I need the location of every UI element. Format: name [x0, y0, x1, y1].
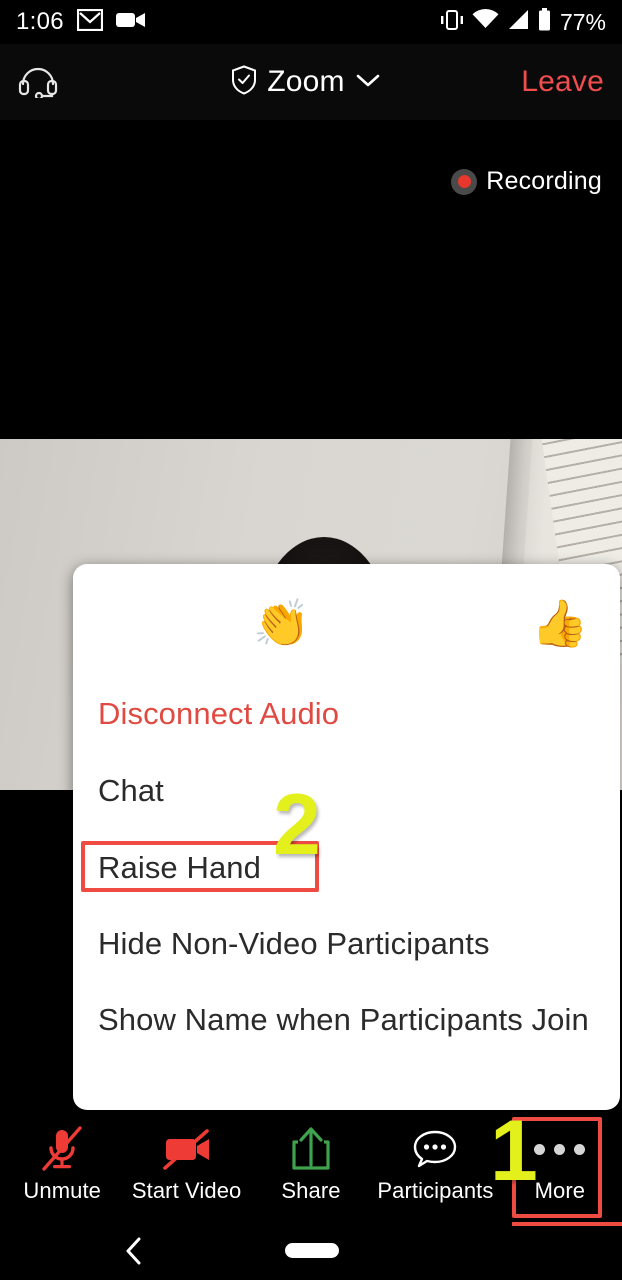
headset-icon[interactable] [18, 62, 60, 103]
toolbar-button-participants[interactable]: Participants [373, 1110, 497, 1204]
toolbar-label-participants: Participants [377, 1178, 494, 1203]
page-title: Zoom [267, 65, 345, 98]
wifi-icon [472, 9, 499, 35]
chat-bubble-dots-icon [411, 1126, 459, 1172]
android-navigation-bar [0, 1222, 622, 1280]
shield-check-icon [231, 64, 257, 100]
meeting-title-group[interactable]: Zoom [128, 64, 484, 100]
toolbar-label-more: More [534, 1178, 586, 1203]
meeting-stage: Recording 👏 👍 Disconnect Audio Chat Rais… [0, 120, 622, 1220]
status-time: 1:06 [16, 8, 64, 35]
menu-item-chat[interactable]: Chat [73, 772, 164, 811]
menu-item-raise-hand[interactable]: Raise Hand [73, 849, 261, 888]
menu-item-disconnect-audio[interactable]: Disconnect Audio [73, 695, 339, 734]
gmail-icon [76, 8, 104, 36]
meeting-toolbar: Unmute Start Video Share Participants Mo… [0, 1110, 622, 1222]
toolbar-label-start-video: Start Video [131, 1178, 242, 1203]
toolbar-label-unmute: Unmute [23, 1178, 102, 1203]
menu-item-show-name-when-participants-join[interactable]: Show Name when Participants Join [73, 1001, 598, 1040]
more-dots-icon [534, 1126, 586, 1172]
popup-caret-icon [475, 663, 497, 674]
vibrate-icon [439, 9, 465, 36]
video-camera-icon [115, 10, 146, 35]
leave-button[interactable]: Leave [521, 65, 604, 99]
back-chevron-icon[interactable] [122, 1236, 146, 1271]
header-right-group: Leave [484, 65, 604, 99]
menu-item-hide-non-video-participants[interactable]: Hide Non-Video Participants [73, 925, 490, 964]
microphone-muted-icon [40, 1126, 84, 1172]
chevron-down-icon[interactable] [355, 72, 381, 93]
reactions-row: 👏 👍 [73, 564, 620, 646]
header-left-group [18, 62, 128, 103]
toolbar-button-unmute[interactable]: Unmute [0, 1110, 124, 1204]
battery-percent-label: 77% [559, 8, 606, 35]
thumbs-up-reaction-icon[interactable]: 👍 [531, 600, 588, 646]
clap-reaction-icon[interactable]: 👏 [253, 600, 310, 646]
toolbar-button-more[interactable]: More [498, 1110, 622, 1204]
toolbar-button-start-video[interactable]: Start Video [124, 1110, 248, 1204]
status-bar-right: 77% [439, 8, 606, 36]
toolbar-button-share[interactable]: Share [249, 1110, 373, 1204]
meeting-header: Zoom Leave [0, 44, 622, 120]
annotation-edge-marker [512, 1222, 622, 1226]
home-pill-indicator[interactable] [285, 1243, 339, 1258]
recording-indicator: Recording [451, 167, 602, 196]
status-bar-left: 1:06 [16, 8, 146, 36]
video-camera-off-icon [161, 1126, 213, 1172]
battery-icon [537, 8, 552, 36]
recording-label: Recording [486, 167, 602, 195]
status-bar: 1:06 77% [0, 0, 622, 44]
record-dot-icon [451, 168, 478, 195]
more-options-popup: 👏 👍 Disconnect Audio Chat Raise Hand Hid… [73, 564, 620, 1110]
toolbar-label-share: Share [281, 1178, 341, 1203]
cellular-signal-icon [506, 9, 530, 35]
share-upload-icon [291, 1126, 331, 1172]
